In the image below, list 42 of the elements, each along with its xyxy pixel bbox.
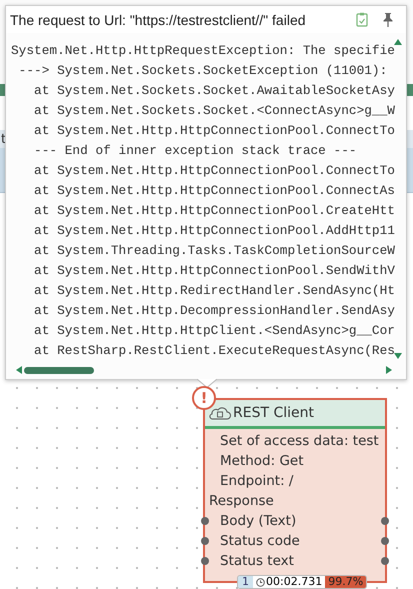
node-setting: Endpoint: / — [220, 473, 294, 489]
scrollbar-thumb[interactable] — [24, 366, 94, 374]
output-label: Body (Text) — [220, 513, 296, 529]
run-percent: 99.7% — [325, 576, 366, 588]
run-count: 1 — [238, 576, 253, 588]
input-port[interactable] — [201, 537, 209, 545]
output-label: Status text — [220, 553, 294, 569]
pin-icon[interactable] — [382, 12, 394, 27]
output-port[interactable] — [381, 557, 389, 565]
scroll-left-icon[interactable] — [16, 366, 22, 374]
output-label: Status code — [220, 533, 300, 549]
node-setting: Set of access data: test — [220, 433, 379, 449]
scroll-right-icon[interactable] — [386, 366, 392, 374]
stack-trace-line: at System.Net.Http.HttpClient.<SendAsync>g__Cor — [33, 322, 395, 340]
stack-trace-line: at System.Net.Http.HttpConnectionPool.CreateHtt — [33, 202, 395, 220]
output-port[interactable] — [381, 537, 389, 545]
stack-trace-line: --- End of inner exception stack trace --- — [33, 142, 357, 160]
clock-icon — [256, 578, 265, 586]
cloud-icon — [209, 406, 231, 420]
node-title: REST Client — [233, 405, 314, 421]
stack-trace-line: System.Net.Http.HttpRequestException: The specifie — [11, 42, 395, 60]
stack-trace-line: at System.Threading.Tasks.TaskCompletionSourceW — [33, 242, 395, 260]
stack-trace-line: ---> System.Net.Sockets.SocketException (11001): — [18, 62, 388, 80]
stack-trace-line: at System.Net.Http.HttpConnectionPool.ConnectTo — [33, 162, 395, 180]
section-label: Response — [209, 493, 274, 509]
clipboard-icon[interactable] — [356, 12, 368, 27]
input-port[interactable] — [201, 557, 209, 565]
stack-trace-line: at System.Net.Sockets.Socket.AwaitableSocketAsy — [33, 82, 395, 100]
scroll-up-icon[interactable] — [394, 39, 402, 45]
node-setting: Method: Get — [220, 453, 304, 469]
stack-trace-line: at System.Net.Http.DecompressionHandler.SendAsy — [33, 302, 395, 320]
stack-trace-line: at System.Net.Http.HttpConnectionPool.SendWithV — [33, 262, 395, 280]
stack-trace-line: at System.Net.Http.RedirectHandler.SendAsync(Ht — [33, 282, 395, 300]
stack-trace-line: at System.Net.Sockets.Socket.<ConnectAsync>g__W — [33, 102, 395, 120]
scroll-down-icon[interactable] — [394, 353, 402, 359]
stack-trace-line: at RestSharp.RestClient.ExecuteRequestAsync(Res — [33, 342, 395, 360]
stack-trace-line: at System.Net.Http.HttpConnectionPool.ConnectTo — [33, 122, 395, 140]
popup-title: The request to Url: "https://testrestclient//" failed — [10, 12, 307, 28]
stack-trace-line: at System.Net.Http.HttpConnectionPool.AddHttp11 — [33, 222, 395, 240]
input-port[interactable] — [201, 517, 209, 525]
output-port[interactable] — [381, 517, 389, 525]
stack-trace-line: at System.Net.Http.HttpConnectionPool.ConnectAs — [33, 182, 395, 200]
